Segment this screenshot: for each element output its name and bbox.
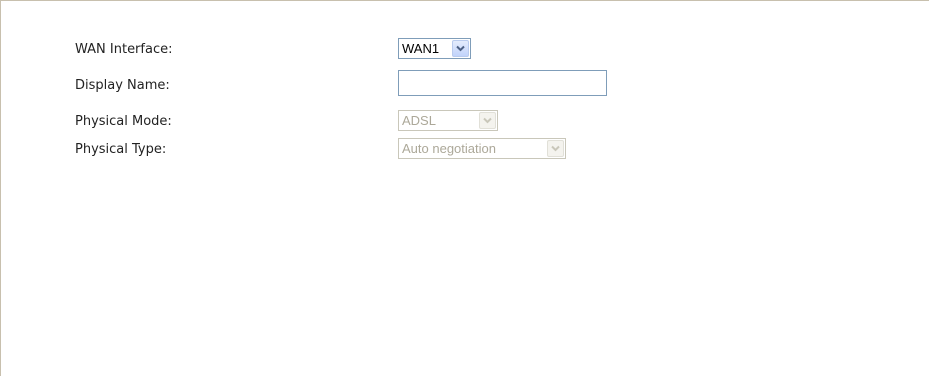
physical-type-select-wrap: Auto negotiation (398, 138, 566, 160)
wan-interface-select[interactable]: WAN1 (398, 38, 471, 59)
chevron-down-icon (479, 112, 496, 129)
wan-interface-row: WAN Interface: WAN1 (1, 38, 901, 60)
wan-settings-panel: WAN Interface: WAN1 Display Name: Physic… (0, 0, 929, 376)
wan-interface-value: WAN1 (402, 41, 440, 56)
physical-mode-value: ADSL (402, 113, 436, 128)
physical-type-row: Physical Type: Auto negotiation (1, 138, 901, 160)
physical-mode-row: Physical Mode: ADSL (1, 110, 901, 132)
display-name-row: Display Name: (1, 70, 901, 96)
chevron-down-icon (547, 140, 564, 157)
physical-type-label: Physical Type: (75, 142, 167, 157)
display-name-input-wrap (398, 70, 607, 96)
display-name-input[interactable] (398, 70, 607, 96)
physical-type-value: Auto negotiation (402, 141, 496, 156)
chevron-down-icon[interactable] (452, 40, 469, 57)
physical-type-select[interactable]: Auto negotiation (398, 138, 566, 159)
wan-interface-label: WAN Interface: (75, 42, 173, 57)
physical-mode-select[interactable]: ADSL (398, 110, 498, 131)
physical-mode-select-wrap: ADSL (398, 110, 498, 132)
physical-mode-label: Physical Mode: (75, 114, 172, 129)
display-name-label: Display Name: (75, 78, 170, 93)
wan-interface-select-wrap: WAN1 (398, 38, 471, 60)
